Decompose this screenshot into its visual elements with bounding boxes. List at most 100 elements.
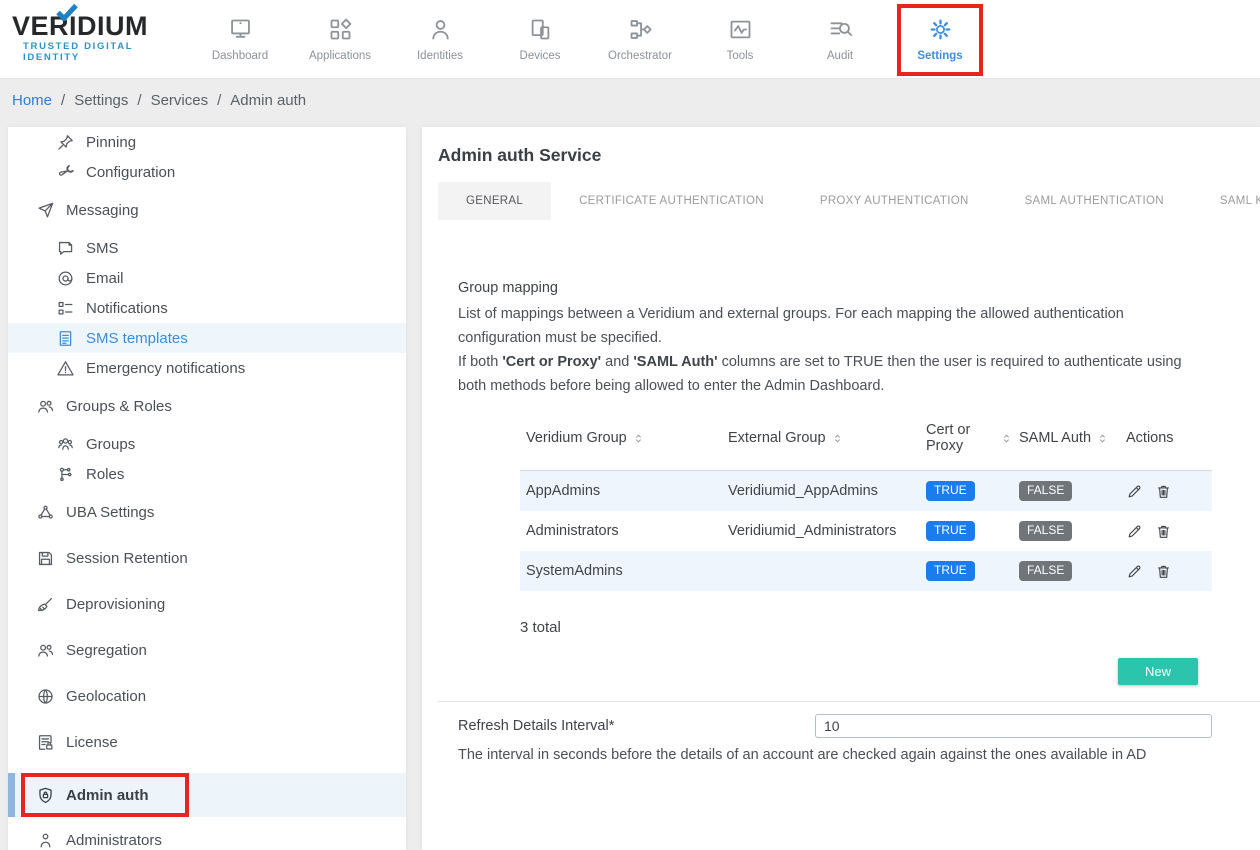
nav-item-label: Devices bbox=[520, 50, 561, 62]
sidebar-item-sms-templates[interactable]: SMS templates bbox=[8, 323, 406, 353]
floppy-icon bbox=[36, 549, 55, 568]
audit-icon bbox=[827, 14, 854, 44]
pencil-icon bbox=[1126, 563, 1143, 580]
sidebar-item-geolocation[interactable]: Geolocation bbox=[8, 681, 406, 711]
sidebar-item-label: SMS templates bbox=[86, 330, 188, 347]
nav-item-tools[interactable]: Tools bbox=[690, 9, 790, 70]
sidebar-item-label: Emergency notifications bbox=[86, 360, 245, 377]
apps-icon bbox=[327, 14, 354, 44]
sidebar-item-session-retention[interactable]: Session Retention bbox=[8, 543, 406, 573]
identity-icon bbox=[427, 14, 454, 44]
sidebar-item-admin-auth[interactable]: Admin auth bbox=[8, 773, 406, 817]
sidebar-item-groups-roles[interactable]: Groups & Roles bbox=[8, 391, 406, 421]
breadcrumb-item-services[interactable]: Services bbox=[151, 92, 209, 109]
sidebar-item-label: Groups & Roles bbox=[66, 398, 172, 415]
saml-auth-badge: FALSE bbox=[1019, 561, 1072, 581]
tab-general[interactable]: GENERAL bbox=[438, 182, 551, 220]
sidebar-item-uba-settings[interactable]: UBA Settings bbox=[8, 497, 406, 527]
sidebar-item-administrators[interactable]: Administrators bbox=[8, 825, 406, 850]
column-header-external-group[interactable]: External Group bbox=[722, 430, 920, 446]
delete-button[interactable] bbox=[1155, 523, 1172, 540]
table-row: AppAdmins Veridiumid_AppAdmins TRUE FALS… bbox=[520, 471, 1212, 511]
column-header-saml-auth[interactable]: SAML Auth bbox=[1013, 430, 1120, 446]
sidebar-item-notifications[interactable]: Notifications bbox=[8, 293, 406, 323]
trash-icon bbox=[1155, 483, 1172, 500]
tab-saml-authentication[interactable]: SAML AUTHENTICATION bbox=[997, 182, 1192, 220]
sidebar-item-configuration[interactable]: Configuration bbox=[8, 157, 406, 187]
nav-item-identities[interactable]: Identities bbox=[390, 9, 490, 70]
send-icon bbox=[36, 201, 55, 220]
orchestrator-icon bbox=[627, 14, 654, 44]
monitor-icon bbox=[227, 14, 254, 44]
tab-certificate-authentication[interactable]: CERTIFICATE AUTHENTICATION bbox=[551, 182, 792, 220]
pencil-icon bbox=[1126, 523, 1143, 540]
sidebar-item-roles[interactable]: Roles bbox=[8, 459, 406, 489]
nav-item-label: Orchestrator bbox=[608, 50, 672, 62]
edit-button[interactable] bbox=[1126, 563, 1143, 580]
nav-item-label: Dashboard bbox=[212, 50, 268, 62]
delete-button[interactable] bbox=[1155, 563, 1172, 580]
sidebar-item-label: Pinning bbox=[86, 134, 136, 151]
table-total: 3 total bbox=[520, 619, 1260, 636]
new-button[interactable]: New bbox=[1118, 658, 1198, 685]
column-header-cert-or-proxy[interactable]: Cert or Proxy bbox=[920, 422, 1013, 454]
group-mapping-desc-2: If both 'Cert or Proxy' and 'SAML Auth' … bbox=[458, 350, 1210, 398]
column-header-veridium-group[interactable]: Veridium Group bbox=[520, 430, 722, 446]
sidebar-item-license[interactable]: License bbox=[8, 727, 406, 757]
shield-icon bbox=[36, 786, 55, 805]
roles-icon bbox=[56, 465, 75, 484]
broom-icon bbox=[36, 595, 55, 614]
veridium-group-cell: SystemAdmins bbox=[526, 563, 623, 579]
group-icon bbox=[56, 435, 75, 454]
globe-icon bbox=[36, 687, 55, 706]
veridium-logo[interactable]: VERIDIUM TRUSTED DIGITAL IDENTITY bbox=[0, 0, 190, 63]
group-mapping-section: Group mapping List of mappings between a… bbox=[458, 280, 1260, 398]
nav-item-devices[interactable]: Devices bbox=[490, 9, 590, 70]
nav-item-label: Tools bbox=[727, 50, 754, 62]
doc-icon bbox=[56, 329, 75, 348]
sidebar-item-label: Configuration bbox=[86, 164, 175, 181]
nav-item-audit[interactable]: Audit bbox=[790, 9, 890, 70]
sidebar-item-groups[interactable]: Groups bbox=[8, 429, 406, 459]
external-group-cell: Veridiumid_Administrators bbox=[728, 523, 896, 539]
desc-2-part: If both bbox=[458, 354, 502, 370]
sidebar-item-label: Admin auth bbox=[66, 787, 149, 804]
cert-or-proxy-badge: TRUE bbox=[926, 481, 975, 501]
edit-button[interactable] bbox=[1126, 523, 1143, 540]
sidebar-item-pinning[interactable]: Pinning bbox=[8, 127, 406, 157]
sidebar-item-email[interactable]: Email bbox=[8, 263, 406, 293]
sms-icon bbox=[56, 239, 75, 258]
saml-auth-badge: FALSE bbox=[1019, 481, 1072, 501]
nav-item-orchestrator[interactable]: Orchestrator bbox=[590, 9, 690, 70]
tab-saml-ke[interactable]: SAML KE bbox=[1192, 182, 1260, 220]
refresh-interval-input[interactable] bbox=[815, 714, 1212, 738]
trash-icon bbox=[1155, 523, 1172, 540]
edit-button[interactable] bbox=[1126, 483, 1143, 500]
person-icon bbox=[36, 831, 55, 850]
nav-item-dashboard[interactable]: Dashboard bbox=[190, 9, 290, 70]
sidebar-item-label: SMS bbox=[86, 240, 119, 257]
sidebar-item-label: Groups bbox=[86, 436, 135, 453]
group-mapping-table: Veridium Group External Group Cert or Pr… bbox=[520, 412, 1212, 591]
tab-proxy-authentication[interactable]: PROXY AUTHENTICATION bbox=[792, 182, 997, 220]
nav-item-settings[interactable]: Settings bbox=[890, 9, 990, 70]
breadcrumb-item-settings[interactable]: Settings bbox=[74, 92, 128, 109]
wrench-icon bbox=[56, 163, 75, 182]
nav-item-applications[interactable]: Applications bbox=[290, 9, 390, 70]
cert-or-proxy-badge: TRUE bbox=[926, 561, 975, 581]
table-row: Administrators Veridiumid_Administrators… bbox=[520, 511, 1212, 551]
delete-button[interactable] bbox=[1155, 483, 1172, 500]
group-mapping-heading: Group mapping bbox=[458, 280, 1260, 296]
sidebar-item-label: Session Retention bbox=[66, 550, 188, 567]
sidebar-item-deprovisioning[interactable]: Deprovisioning bbox=[8, 589, 406, 619]
sidebar-item-messaging[interactable]: Messaging bbox=[8, 195, 406, 225]
license-icon bbox=[36, 733, 55, 752]
sidebar-item-segregation[interactable]: Segregation bbox=[8, 635, 406, 665]
breadcrumb-item-home[interactable]: Home bbox=[12, 92, 52, 109]
sidebar-item-sms[interactable]: SMS bbox=[8, 233, 406, 263]
sidebar-item-emergency-notifications[interactable]: Emergency notifications bbox=[8, 353, 406, 383]
nav-item-label: Audit bbox=[827, 50, 853, 62]
top-bar: VERIDIUM TRUSTED DIGITAL IDENTITY Dashbo… bbox=[0, 0, 1260, 79]
page-title: Admin auth Service bbox=[438, 145, 1260, 166]
table-header-row: Veridium Group External Group Cert or Pr… bbox=[520, 412, 1212, 471]
